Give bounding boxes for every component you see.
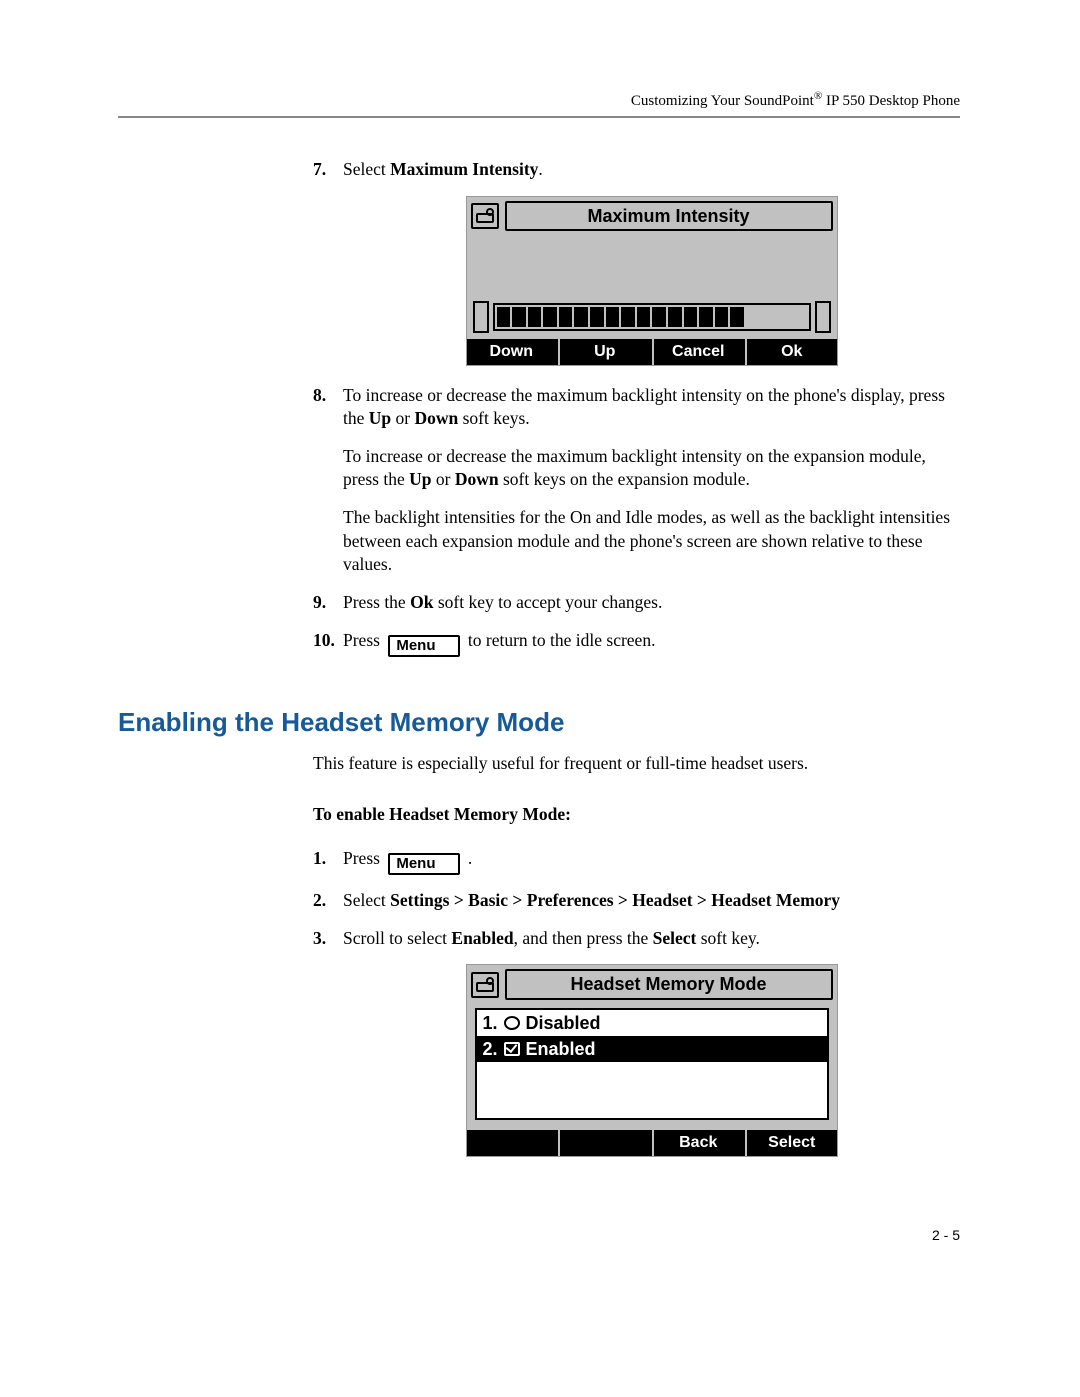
lcd-softkey-row: DownUpCancelOk [467,339,837,365]
steps-headset: 1. Press Menu . 2. Select Settings > Bas… [313,847,960,1157]
slider-segment [528,307,542,327]
section-heading: Enabling the Headset Memory Mode [118,707,960,738]
section-intro: This feature is especially useful for fr… [313,752,960,776]
page-number: 2 - 5 [118,1227,960,1243]
step-b2: 2. Select Settings > Basic > Preferences… [313,889,960,913]
lcd-title: Maximum Intensity [505,201,833,231]
step-number: 9. [313,591,326,615]
slider-segment [543,307,557,327]
slider-segment [637,307,651,327]
slider-segment [746,307,760,327]
step-8: 8. To increase or decrease the maximum b… [313,384,960,577]
phone-icon [471,203,499,229]
intensity-slider [473,301,831,333]
checkbox-checked-icon [504,1042,520,1056]
softkey-back[interactable]: Back [652,1130,744,1156]
slider-segment [699,307,713,327]
slider-cap-right [815,301,831,333]
slider-segment [762,307,776,327]
step-b3: 3. Scroll to select Enabled, and then pr… [313,927,960,1157]
softkey-select[interactable]: Select [745,1130,837,1156]
step-b1: 1. Press Menu . [313,847,960,876]
slider-segment [497,307,511,327]
slider-segment [621,307,635,327]
list-padding [477,1062,827,1118]
phone-icon [471,972,499,998]
option-enabled[interactable]: 2. Enabled [477,1036,827,1062]
step-number: 3. [313,927,326,951]
step-number: 8. [313,384,326,408]
slider-segment [652,307,666,327]
softkey-down[interactable]: Down [467,339,557,365]
option-number: 2. [483,1037,498,1061]
softkey-empty [467,1130,557,1156]
header-suffix: IP 550 Desktop Phone [822,93,960,109]
steps-continued: 7. Select Maximum Intensity. Maximum Int… [313,158,960,657]
softkey-up[interactable]: Up [558,339,650,365]
step-9: 9. Press the Ok soft key to accept your … [313,591,960,615]
option-label: Enabled [526,1037,596,1061]
slider-segment [793,307,807,327]
option-label: Disabled [526,1011,601,1035]
step-10: 10. Press Menu to return to the idle scr… [313,629,960,658]
lcd-headset-memory: Headset Memory Mode 1.Disabled2.Enabled … [466,964,838,1156]
slider-segment [606,307,620,327]
lcd-maximum-intensity: Maximum Intensity DownUpCancelOk [466,196,838,366]
menu-hardkey: Menu [388,635,459,658]
lcd-option-list: 1. Disabled 2. Enabled [475,1008,829,1121]
radio-unchecked-icon [504,1016,520,1030]
header-prefix: Customizing Your SoundPoint [631,93,814,109]
slider-segment [668,307,682,327]
lcd-title: Headset Memory Mode [505,969,833,999]
slider-segment [512,307,526,327]
slider-segment [574,307,588,327]
option-number: 1. [483,1011,498,1035]
slider-segment [590,307,604,327]
header-rule [118,116,960,118]
slider-segment [715,307,729,327]
step-number: 1. [313,847,326,871]
step-7: 7. Select Maximum Intensity. Maximum Int… [313,158,960,366]
step-number: 7. [313,158,326,182]
lcd-softkey-row: BackSelect [467,1130,837,1156]
slider-segment [777,307,791,327]
softkey-cancel[interactable]: Cancel [652,339,744,365]
slider-segment [730,307,744,327]
step-number: 2. [313,889,326,913]
softkey-empty [558,1130,650,1156]
slider-track [493,303,811,331]
step-number: 10. [313,629,335,653]
option-disabled[interactable]: 1. Disabled [477,1010,827,1036]
menu-hardkey: Menu [388,853,459,876]
softkey-ok[interactable]: Ok [745,339,837,365]
running-header: Customizing Your SoundPoint® IP 550 Desk… [118,90,960,110]
slider-segment [559,307,573,327]
lcd-body-spacer [467,233,837,299]
procedure-subhead: To enable Headset Memory Mode: [313,804,960,825]
slider-cap-left [473,301,489,333]
slider-segment [684,307,698,327]
registered-mark: ® [814,90,822,102]
